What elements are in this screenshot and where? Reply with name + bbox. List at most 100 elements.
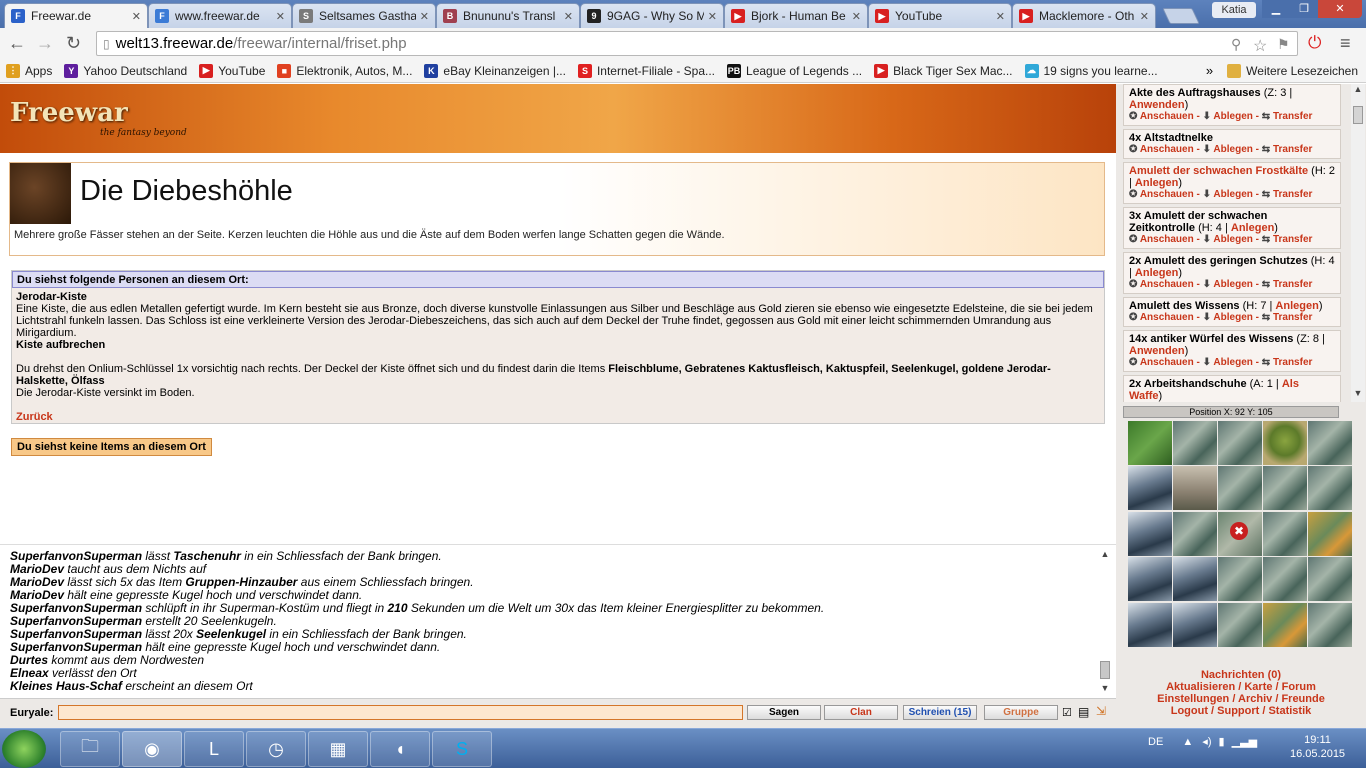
bookmark-item[interactable]: KeBay Kleinanzeigen |... [424, 63, 566, 78]
back-link[interactable]: Zurück [16, 411, 53, 423]
map-tile-house[interactable] [1173, 466, 1217, 511]
taskbar-clock[interactable]: 19:11 16.05.2015 [1290, 733, 1345, 761]
drop-link[interactable]: Ablegen [1213, 312, 1252, 323]
bookmark-item[interactable]: Y Yahoo Deutschland [64, 63, 187, 78]
tab-close-icon[interactable]: ✕ [132, 10, 141, 23]
map-tile-forest[interactable] [1128, 421, 1172, 465]
map-tile-autumn[interactable] [1263, 602, 1307, 647]
tab-8[interactable]: ▶ Macklemore - Oth ✕ [1012, 3, 1156, 28]
view-link[interactable]: Anschauen [1140, 189, 1194, 200]
map-tile-rocks[interactable] [1308, 557, 1352, 602]
clock-app-icon[interactable]: ◷ [246, 731, 306, 767]
transfer-link[interactable]: Transfer [1273, 234, 1312, 245]
adblock-icon[interactable]: ⏻ [1308, 34, 1321, 52]
map-tile-rocks[interactable] [1173, 421, 1217, 465]
league-icon[interactable]: L [184, 731, 244, 767]
map-tile-rocks[interactable] [1263, 466, 1307, 511]
start-button[interactable] [2, 730, 46, 768]
npc-action-link[interactable]: Kiste aufbrechen [16, 339, 105, 351]
battery-icon[interactable]: ▮ [1219, 736, 1225, 748]
view-link[interactable]: Anschauen [1140, 312, 1194, 323]
item-use-link[interactable]: Anwenden [1129, 345, 1185, 357]
chat-author[interactable]: SuperfanvonSuperman [10, 627, 142, 641]
tab-close-icon[interactable]: ✕ [1140, 10, 1149, 23]
map-tile-rocks[interactable] [1308, 421, 1352, 465]
map-tile-rocks[interactable] [1218, 421, 1262, 465]
view-link[interactable]: Anschauen [1140, 144, 1194, 155]
chat-author[interactable]: SuperfanvonSuperman [10, 640, 142, 654]
clan-button[interactable]: Clan [824, 705, 898, 720]
drop-link[interactable]: Ablegen [1213, 144, 1252, 155]
minimize-icon[interactable]: ▁ [1262, 0, 1290, 18]
tab-4[interactable]: B Bnununu's Transl ✕ [436, 3, 580, 28]
transfer-link[interactable]: Transfer [1273, 312, 1312, 323]
extension-icon[interactable]: ⚑ [1277, 36, 1290, 53]
chrome-icon[interactable]: ◉ [122, 731, 182, 767]
item-use-link[interactable]: Anlegen [1275, 300, 1318, 312]
chat-author[interactable]: SuperfanvonSuperman [10, 601, 142, 615]
bookmark-item[interactable]: S Internet-Filiale - Spa... [577, 63, 715, 78]
address-bar[interactable]: ▯ welt13.freewar.de/freewar/internal/fri… [96, 31, 1298, 56]
tab-3[interactable]: S Seltsames Gastha ✕ [292, 3, 436, 28]
language-indicator[interactable]: DE [1148, 736, 1163, 748]
item-use-link[interactable]: Anlegen [1135, 267, 1178, 279]
transfer-link[interactable]: Transfer [1273, 189, 1312, 200]
transfer-link[interactable]: Transfer [1273, 279, 1312, 290]
back-arrow-icon[interactable]: ← [8, 34, 26, 52]
sidebar-link-row[interactable]: Logout / Support / Statistik [1116, 705, 1366, 717]
expand-icon[interactable]: ⇲ [1096, 704, 1106, 718]
bookmark-item[interactable]: ■ Elektronik, Autos, M... [277, 63, 412, 78]
drop-link[interactable]: Ablegen [1213, 111, 1252, 122]
map-tile-rocks[interactable] [1218, 557, 1262, 602]
sidebar-link-row[interactable]: Aktualisieren / Karte / Forum [1116, 681, 1366, 693]
view-link[interactable]: Anschauen [1140, 357, 1194, 368]
item-use-link[interactable]: Anwenden [1129, 99, 1185, 111]
chat-author[interactable]: MarioDev [10, 588, 64, 602]
map-tile-mountain[interactable] [1128, 466, 1172, 511]
menu-icon[interactable]: ≡ [1340, 34, 1351, 52]
tab-7[interactable]: ▶ YouTube ✕ [868, 3, 1012, 28]
chat-author[interactable]: Elneax [10, 666, 49, 680]
transfer-link[interactable]: Transfer [1273, 111, 1312, 122]
drop-link[interactable]: Ablegen [1213, 279, 1252, 290]
map-tile-tree[interactable] [1263, 421, 1307, 465]
drop-link[interactable]: Ablegen [1213, 234, 1252, 245]
group-button[interactable]: Gruppe [984, 705, 1058, 720]
maximize-icon[interactable]: ❐ [1290, 0, 1318, 18]
chat-author[interactable]: SuperfanvonSuperman [10, 549, 142, 563]
other-bookmarks-folder[interactable]: Weitere Lesezeichen [1227, 63, 1358, 78]
bookmark-item[interactable]: ▶ YouTube [199, 63, 265, 78]
chat-author[interactable]: Durtes [10, 653, 48, 667]
view-link[interactable]: Anschauen [1140, 234, 1194, 245]
chat-author[interactable]: Kleines Haus-Schaf [10, 679, 122, 693]
npc-name[interactable]: Jerodar-Kiste [16, 291, 87, 303]
map-tile-rocks[interactable] [1263, 511, 1307, 556]
chat-author[interactable]: MarioDev [10, 562, 64, 576]
volume-icon[interactable]: ◂) [1202, 736, 1211, 748]
transfer-link[interactable]: Transfer [1273, 144, 1312, 155]
speaker-app-icon[interactable]: ◖ [370, 731, 430, 767]
checkbox-icon[interactable]: ☑ [1062, 706, 1072, 719]
tab-close-icon[interactable]: ✕ [708, 10, 717, 23]
network-icon[interactable]: ▁▃▅ [1232, 736, 1257, 748]
window-close-icon[interactable]: ✕ [1318, 0, 1362, 18]
notes-icon[interactable]: ▤ [1078, 705, 1089, 719]
map-tile-rocks[interactable] [1308, 466, 1352, 511]
control-panel-icon[interactable]: ▦ [308, 731, 368, 767]
map-tile-mountain[interactable] [1173, 602, 1217, 647]
map-tile-autumn[interactable] [1308, 511, 1352, 556]
map-tile-rocks[interactable] [1308, 602, 1352, 647]
reload-icon[interactable]: ↻ [66, 34, 81, 52]
chat-scrollbar[interactable]: ▲ ▼ [1098, 549, 1112, 695]
map-tile-mountain[interactable] [1128, 511, 1172, 556]
chat-input[interactable] [58, 705, 743, 720]
chat-author[interactable]: MarioDev [10, 575, 64, 589]
tab-close-icon[interactable]: ✕ [996, 10, 1005, 23]
tab-close-icon[interactable]: ✕ [852, 10, 861, 23]
forward-arrow-icon[interactable]: → [36, 34, 54, 52]
chat-author[interactable]: SuperfanvonSuperman [10, 614, 142, 628]
freewar-logo[interactable]: Freewar [10, 98, 128, 128]
tab-close-icon[interactable]: ✕ [276, 10, 285, 23]
tab-5[interactable]: 9 9GAG - Why So M ✕ [580, 3, 724, 28]
item-use-link[interactable]: Anlegen [1135, 177, 1178, 189]
